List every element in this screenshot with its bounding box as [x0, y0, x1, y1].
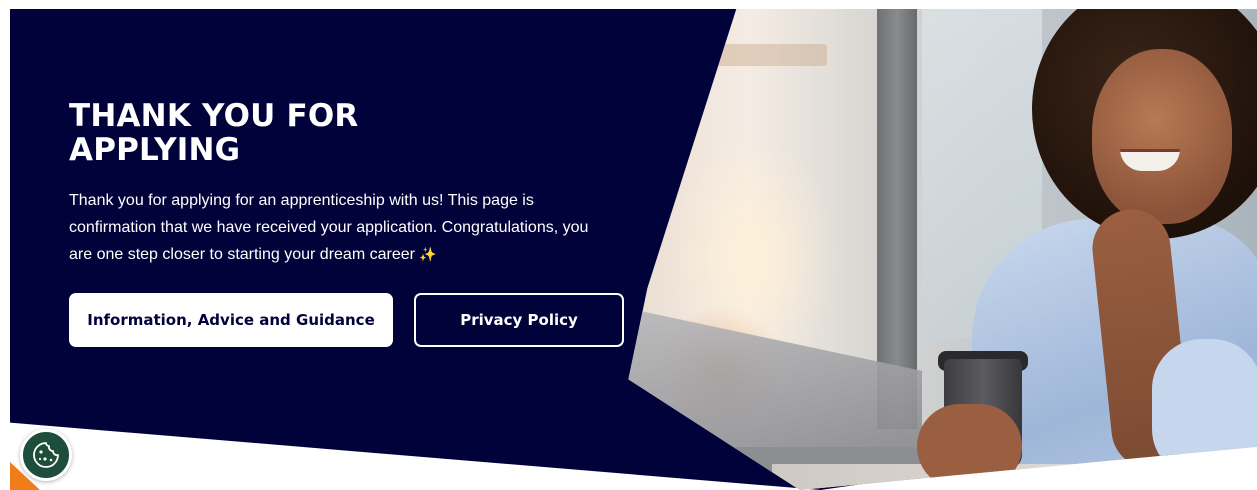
information-advice-guidance-label: Information, Advice and Guidance [87, 311, 375, 329]
cookie-settings-button[interactable] [20, 429, 72, 481]
sparkle-icon: ✨ [419, 246, 437, 262]
page: THANK YOU FOR APPLYING Thank you for app… [0, 0, 1257, 490]
hero-description: Thank you for applying for an apprentice… [69, 187, 589, 268]
hero-description-text: Thank you for applying for an apprentice… [69, 192, 589, 263]
cookie-icon [33, 442, 59, 468]
privacy-policy-button[interactable]: Privacy Policy [414, 293, 624, 347]
hero-photo [628, 9, 1257, 490]
privacy-policy-label: Privacy Policy [460, 311, 578, 329]
hero-content: THANK YOU FOR APPLYING Thank you for app… [69, 99, 629, 268]
information-advice-guidance-button[interactable]: Information, Advice and Guidance [69, 293, 393, 347]
page-title: THANK YOU FOR APPLYING [69, 98, 359, 168]
